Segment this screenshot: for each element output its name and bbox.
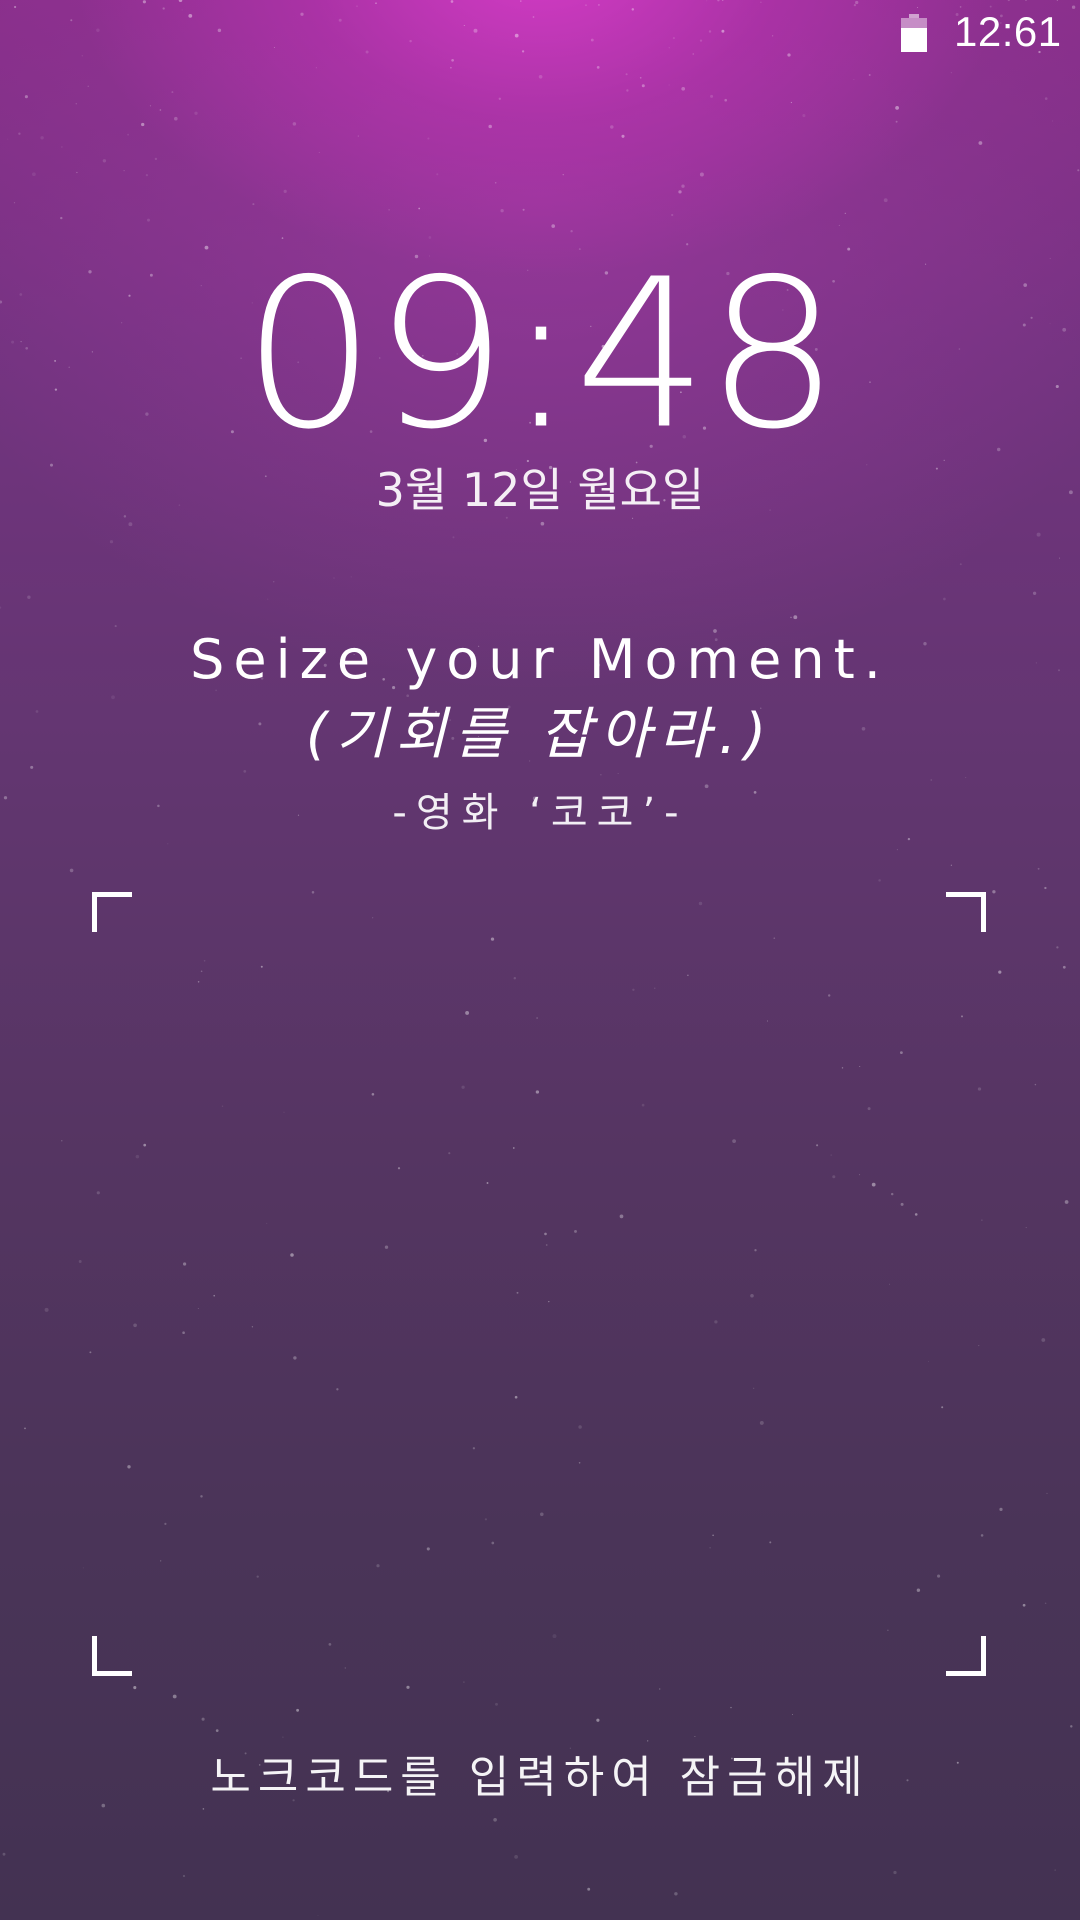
quote-english: Seize your Moment. <box>190 628 890 691</box>
quote-source: -영화 ‘코코’- <box>392 790 688 836</box>
status-bar: 12:61 <box>0 0 1080 64</box>
status-bar-time: 12:61 <box>954 8 1062 55</box>
quote-korean: (기회를 잡아라.) <box>305 702 775 767</box>
corner-top-right <box>946 892 986 932</box>
corner-top-left <box>92 892 132 932</box>
corner-bottom-left <box>92 1636 132 1676</box>
lock-date: 3월 12일 월요일 <box>375 463 705 517</box>
lock-screen: 12:61 09:48 3월 12일 월요일 Seize your Moment… <box>0 0 1080 1920</box>
battery-icon <box>901 14 927 52</box>
knock-code-area[interactable] <box>92 892 986 1676</box>
corner-bottom-right <box>946 1636 986 1676</box>
knock-code-hint: 노크코드를 입력하여 잠금해제 <box>210 1752 870 1803</box>
lock-clock: 09:48 <box>242 234 839 475</box>
